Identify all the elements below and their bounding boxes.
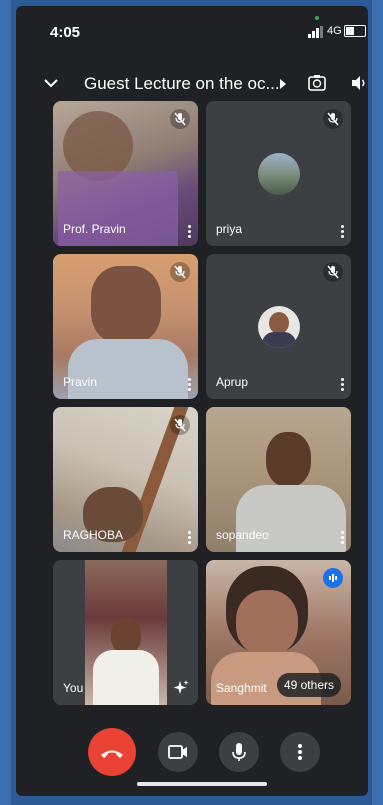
- mic-icon: [232, 743, 246, 761]
- participant-tile[interactable]: Sanghmit 49 others: [206, 560, 351, 705]
- more-options-button[interactable]: [280, 732, 320, 772]
- participant-tile[interactable]: sopandeo: [206, 407, 351, 552]
- participant-tile[interactable]: RAGHOBA: [53, 407, 198, 552]
- status-time: 4:05: [50, 24, 81, 41]
- more-vert-icon[interactable]: [341, 224, 345, 238]
- camera-indicator-dot: [315, 16, 319, 20]
- more-vert-icon[interactable]: [341, 530, 345, 544]
- network-type: 4G: [327, 25, 342, 37]
- participant-name: RAGHOBA: [63, 528, 124, 542]
- speaker-icon[interactable]: [350, 74, 368, 92]
- participant-name: Sanghmit: [216, 681, 267, 695]
- participant-name: Prof. Pravin: [63, 222, 126, 236]
- participant-name: Aprup: [216, 375, 249, 389]
- camera-icon: [168, 745, 187, 759]
- others-count-badge[interactable]: 49 others: [276, 673, 341, 697]
- participant-tile[interactable]: priya: [206, 101, 351, 246]
- camera-button[interactable]: [158, 732, 198, 772]
- self-view-tile[interactable]: You: [53, 560, 198, 705]
- speaking-indicator-icon: [323, 568, 343, 588]
- participant-name: You: [63, 681, 84, 695]
- avatar: [257, 305, 300, 348]
- avatar: [257, 152, 300, 195]
- mic-button[interactable]: [219, 732, 259, 772]
- meeting-title[interactable]: Guest Lecture on the oc...: [84, 74, 280, 94]
- status-bar: 4:05 4G: [16, 6, 368, 56]
- more-vert-icon[interactable]: [341, 377, 345, 391]
- participant-name: priya: [216, 222, 243, 236]
- home-indicator[interactable]: [137, 782, 267, 786]
- more-vert-icon: [298, 744, 302, 760]
- meeting-header: Guest Lecture on the oc...: [16, 70, 368, 100]
- mic-off-icon: [170, 109, 190, 129]
- more-vert-icon[interactable]: [188, 224, 192, 238]
- participant-name: sopandeo: [216, 528, 269, 542]
- call-controls: [16, 728, 368, 776]
- participant-tile[interactable]: Aprup: [206, 254, 351, 399]
- sparkle-effects-icon[interactable]: [172, 679, 190, 697]
- battery-icon: [344, 25, 366, 37]
- chevron-down-icon[interactable]: [44, 76, 58, 90]
- mic-off-icon: [170, 415, 190, 435]
- more-vert-icon[interactable]: [188, 530, 192, 544]
- signal-icon: [308, 26, 323, 38]
- flip-camera-icon[interactable]: [308, 74, 326, 92]
- end-call-button[interactable]: [88, 728, 136, 776]
- chevron-right-icon[interactable]: [280, 79, 286, 89]
- participant-tile[interactable]: Pravin: [53, 254, 198, 399]
- end-call-icon: [101, 750, 123, 758]
- mic-off-icon: [323, 109, 343, 129]
- participant-name: Pravin: [63, 375, 98, 389]
- more-vert-icon[interactable]: [188, 377, 192, 391]
- participant-tile[interactable]: Prof. Pravin: [53, 101, 198, 246]
- mic-off-icon: [170, 262, 190, 282]
- mic-off-icon: [323, 262, 343, 282]
- screen: 4:05 4G Guest Lecture on the oc... Prof.…: [16, 6, 368, 796]
